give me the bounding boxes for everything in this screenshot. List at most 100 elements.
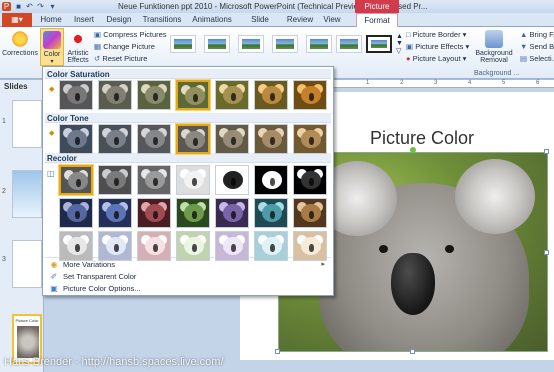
corrections-button[interactable]: Corrections bbox=[2, 30, 38, 57]
undo-icon[interactable]: ↶ bbox=[25, 2, 34, 11]
color-variant-tile[interactable] bbox=[59, 80, 93, 110]
picture-effects-label: Picture Effects bbox=[415, 42, 464, 51]
slide-thumbnail[interactable] bbox=[12, 240, 42, 288]
color-variant-tile[interactable] bbox=[215, 198, 249, 228]
color-button[interactable]: Color ▾ bbox=[40, 28, 64, 66]
color-variant-tile[interactable] bbox=[176, 80, 210, 110]
reset-picture-button[interactable]: ↺ Reset Picture bbox=[94, 54, 147, 63]
more-variations-label: More Variations bbox=[63, 260, 115, 269]
tab-slide-show[interactable]: Slide Show bbox=[240, 13, 280, 38]
color-variant-tile[interactable] bbox=[98, 165, 132, 195]
color-variant-tile[interactable] bbox=[137, 80, 171, 110]
color-variant-tile[interactable] bbox=[59, 124, 93, 154]
color-variant-tile[interactable] bbox=[137, 198, 171, 228]
color-variant-tile[interactable] bbox=[176, 124, 210, 154]
picture-layout-icon: ● bbox=[406, 54, 411, 63]
tab-format[interactable]: Format bbox=[356, 13, 398, 27]
set-transparent-color-item[interactable]: ✐ Set Transparent Color bbox=[47, 271, 329, 283]
compress-icon: ▣ bbox=[94, 30, 102, 39]
file-tab[interactable]: ▦▾ bbox=[2, 13, 32, 27]
tab-animations[interactable]: Animations bbox=[190, 13, 234, 27]
recolor-section-bar bbox=[45, 153, 331, 163]
color-variant-tile[interactable] bbox=[59, 165, 93, 195]
rotation-handle[interactable] bbox=[410, 147, 416, 153]
slide-thumbnail[interactable] bbox=[12, 170, 42, 218]
color-variant-tile[interactable] bbox=[293, 198, 327, 228]
picture-style-3[interactable] bbox=[238, 35, 264, 53]
tile-koala-nose bbox=[76, 179, 81, 187]
current-bullet-icon: ◆ bbox=[49, 130, 55, 137]
color-variant-tile[interactable] bbox=[254, 231, 288, 261]
tab-view[interactable]: View bbox=[320, 13, 344, 27]
color-variant-tile[interactable] bbox=[59, 231, 93, 261]
resize-handle[interactable] bbox=[544, 250, 549, 255]
color-variant-tile[interactable] bbox=[215, 80, 249, 110]
background-group-label: Background ... bbox=[474, 70, 520, 77]
reset-icon: ↺ bbox=[94, 54, 101, 63]
color-variant-tile[interactable] bbox=[254, 80, 288, 110]
color-variant-tile[interactable] bbox=[98, 231, 132, 261]
corrections-label: Corrections bbox=[2, 50, 38, 57]
koala-eye-left bbox=[379, 245, 388, 253]
styles-scroll-icon[interactable]: ▲ ▼ ▽ bbox=[396, 33, 403, 55]
save-icon[interactable]: ■ bbox=[14, 2, 23, 11]
picture-effects-button[interactable]: ▣ Picture Effects ▾ bbox=[406, 42, 469, 51]
color-variant-tile[interactable] bbox=[254, 198, 288, 228]
powerpoint-logo-icon[interactable]: P bbox=[2, 2, 11, 11]
color-variant-tile[interactable] bbox=[98, 198, 132, 228]
color-variant-tile[interactable] bbox=[215, 231, 249, 261]
color-variant-tile[interactable] bbox=[293, 231, 327, 261]
koala-eye-right bbox=[445, 245, 454, 253]
change-picture-button[interactable]: ▦ Change Picture bbox=[94, 42, 155, 51]
color-variant-tile[interactable] bbox=[293, 165, 327, 195]
color-variant-tile[interactable] bbox=[176, 231, 210, 261]
color-variant-tile[interactable] bbox=[98, 80, 132, 110]
redo-icon[interactable]: ↷ bbox=[36, 2, 45, 11]
tab-design[interactable]: Design bbox=[104, 13, 134, 27]
color-variant-tile[interactable] bbox=[137, 231, 171, 261]
tile-koala-nose bbox=[193, 138, 198, 146]
picture-color-options-item[interactable]: ▣ Picture Color Options... bbox=[47, 283, 329, 295]
compress-pictures-button[interactable]: ▣ Compress Pictures bbox=[94, 30, 167, 39]
color-variant-tile[interactable] bbox=[254, 165, 288, 195]
picture-style-7[interactable] bbox=[366, 35, 392, 53]
tile-koala-nose bbox=[270, 137, 275, 145]
tab-transitions[interactable]: Transitions bbox=[140, 13, 184, 27]
tile-koala-nose bbox=[114, 178, 119, 186]
qat-dropdown-icon[interactable]: ▾ bbox=[48, 2, 57, 11]
artistic-effects-button[interactable]: Artistic Effects bbox=[64, 30, 92, 64]
picture-style-2[interactable] bbox=[204, 35, 230, 53]
color-variant-tile[interactable] bbox=[176, 165, 210, 195]
picture-style-4[interactable] bbox=[272, 35, 298, 53]
color-dropdown-icon: ▾ bbox=[50, 59, 54, 65]
color-variant-tile[interactable] bbox=[137, 165, 171, 195]
resize-handle[interactable] bbox=[544, 149, 549, 154]
tab-insert[interactable]: Insert bbox=[70, 13, 98, 27]
color-variant-tile[interactable] bbox=[176, 198, 210, 228]
tab-review[interactable]: Review bbox=[286, 13, 314, 27]
color-variant-tile[interactable] bbox=[137, 124, 171, 154]
sun-icon bbox=[11, 30, 29, 48]
bring-forward-button[interactable]: ▲ Bring F... bbox=[520, 30, 554, 39]
color-variant-tile[interactable] bbox=[254, 124, 288, 154]
slide-thumbnail[interactable] bbox=[12, 100, 42, 148]
color-variant-tile[interactable] bbox=[215, 124, 249, 154]
picture-style-1[interactable] bbox=[170, 35, 196, 53]
send-backward-button[interactable]: ▼ Send B... bbox=[520, 42, 554, 51]
color-variant-tile[interactable] bbox=[293, 124, 327, 154]
color-variant-tile[interactable] bbox=[98, 124, 132, 154]
picture-style-5[interactable] bbox=[306, 35, 332, 53]
color-variant-tile[interactable] bbox=[293, 80, 327, 110]
color-variant-tile[interactable] bbox=[59, 198, 93, 228]
selection-pane-button[interactable]: ▤ Selecti... bbox=[520, 54, 554, 63]
color-variant-tile[interactable] bbox=[215, 165, 249, 195]
picture-border-button[interactable]: □ Picture Border ▾ bbox=[406, 30, 466, 39]
picture-style-6[interactable] bbox=[336, 35, 362, 53]
background-removal-button[interactable]: Background Removal bbox=[472, 30, 516, 64]
slide-title[interactable]: Picture Color bbox=[370, 128, 474, 149]
picture-layout-button[interactable]: ● Picture Layout ▾ bbox=[406, 54, 466, 63]
resize-handle[interactable] bbox=[410, 349, 415, 354]
tab-home[interactable]: Home bbox=[38, 13, 64, 27]
resize-handle[interactable] bbox=[275, 349, 280, 354]
palette-icon: ◉ bbox=[50, 260, 58, 269]
